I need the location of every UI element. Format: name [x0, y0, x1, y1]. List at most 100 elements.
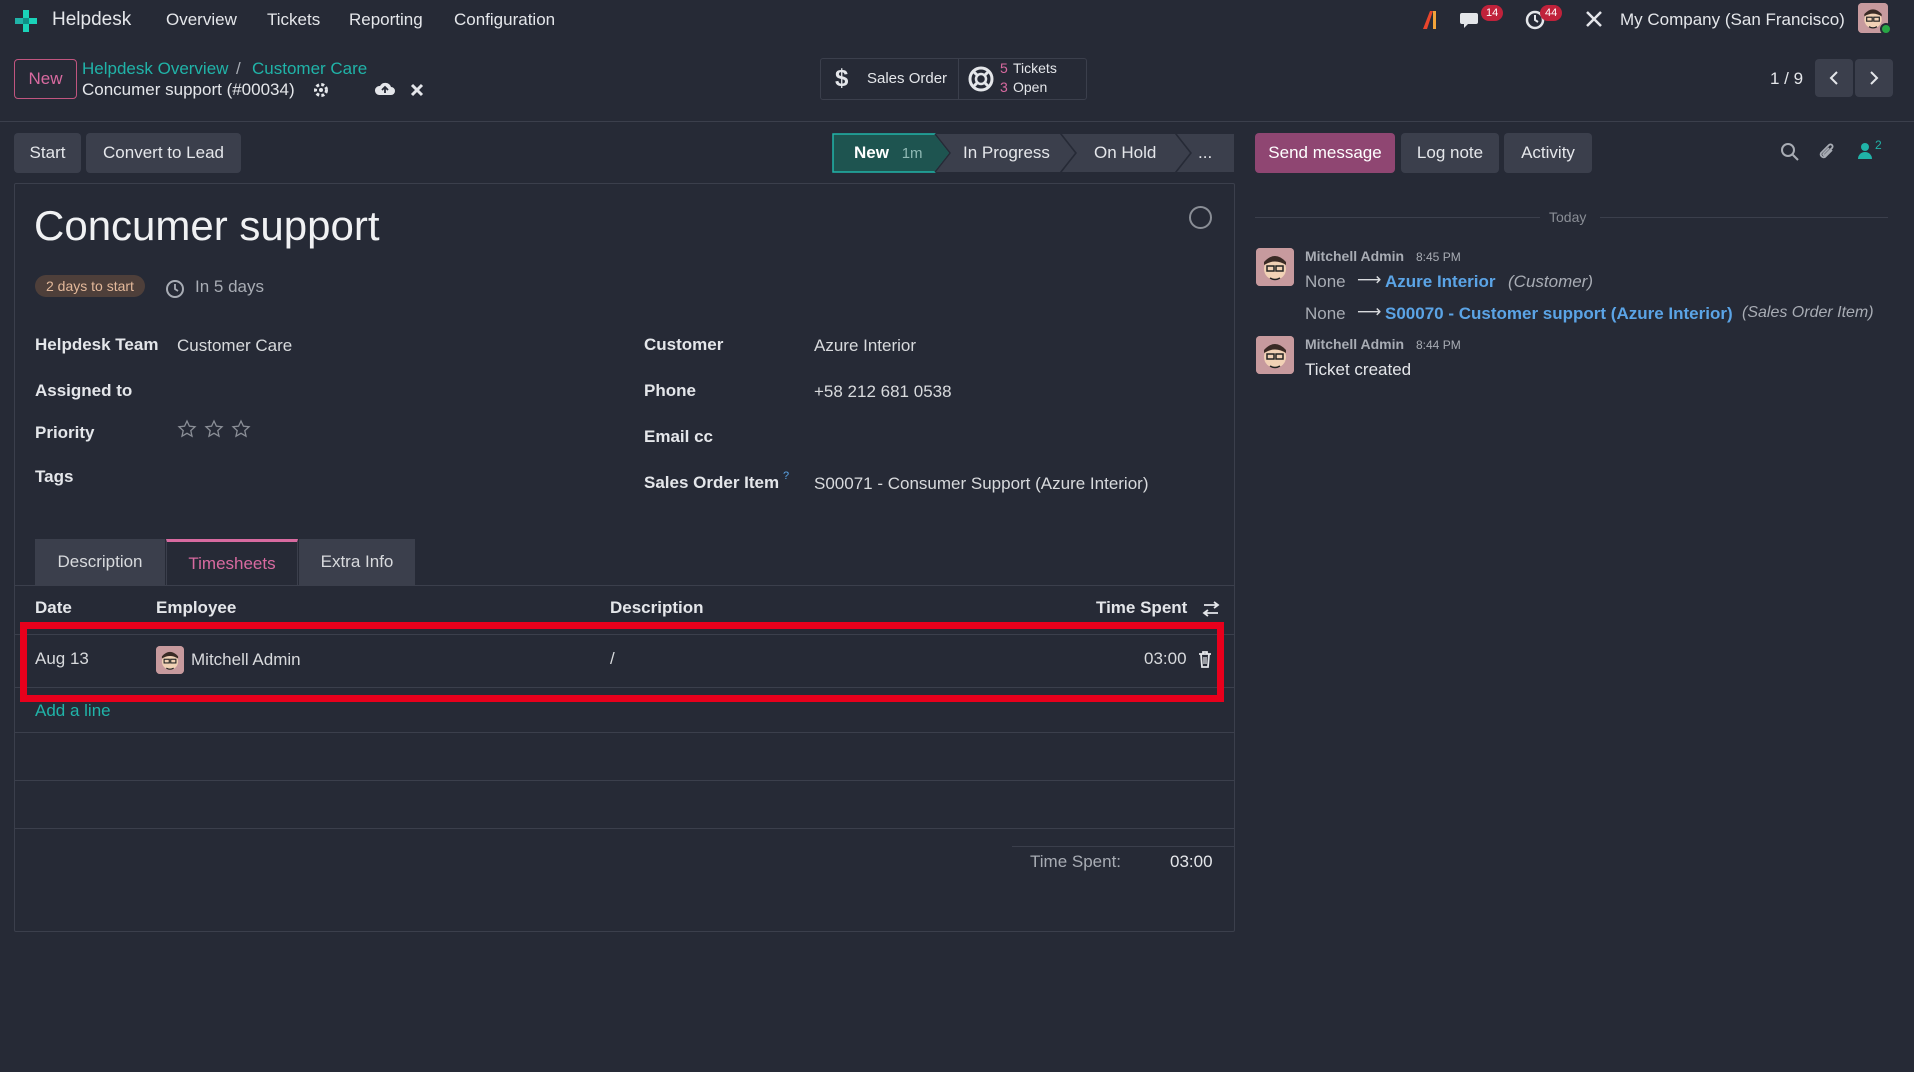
online-status-dot — [1880, 23, 1892, 35]
ai-icon[interactable] — [1421, 9, 1443, 31]
assigned-to-field[interactable] — [177, 378, 577, 406]
customer-value[interactable]: Azure Interior — [814, 336, 916, 356]
sales-order-smart-button[interactable]: $ Sales Order — [821, 59, 959, 99]
tracking-arrow-icon: ⟶ — [1357, 270, 1382, 289]
star-icon — [177, 419, 197, 438]
tab-timesheets[interactable]: Timesheets — [166, 539, 298, 585]
pager-previous-button[interactable] — [1815, 59, 1853, 97]
paperclip-icon[interactable] — [1817, 141, 1837, 163]
log-note-button[interactable]: Log note — [1401, 133, 1499, 173]
sales-order-item-value[interactable]: S00071 - Consumer Support (Azure Interio… — [814, 474, 1149, 494]
priority-stars[interactable] — [176, 418, 256, 444]
app-name[interactable]: Helpdesk — [52, 9, 131, 31]
column-time-spent[interactable]: Time Spent — [1096, 598, 1187, 618]
search-icon[interactable] — [1780, 142, 1800, 162]
priority-label: Priority — [35, 423, 95, 442]
phone-value[interactable]: +58 212 681 0538 — [814, 382, 952, 402]
open-count: 3 — [1000, 79, 1008, 95]
stage-more[interactable]: ... — [1198, 143, 1212, 163]
chevron-left-icon — [1829, 71, 1838, 85]
company-switcher[interactable]: My Company (San Francisco) — [1620, 10, 1845, 30]
column-employee[interactable]: Employee — [156, 598, 236, 618]
phone-label: Phone — [644, 381, 696, 400]
assigned-to-label: Assigned to — [35, 381, 133, 400]
empty-row-divider — [14, 780, 1235, 781]
activities-badge: 44 — [1540, 5, 1563, 21]
breadcrumb-helpdesk-overview[interactable]: Helpdesk Overview — [82, 59, 228, 79]
dollar-icon: $ — [835, 65, 849, 92]
tracking-new-value[interactable]: S00070 - Customer support (Azure Interio… — [1385, 304, 1733, 324]
tickets-count: 5 — [1000, 60, 1008, 76]
chatter-separator-line-right — [1600, 217, 1888, 218]
column-description[interactable]: Description — [610, 598, 704, 618]
kanban-state-circle[interactable] — [1189, 206, 1212, 229]
new-button[interactable]: New — [14, 59, 77, 99]
chevron-right-icon — [1870, 71, 1879, 85]
pager-value[interactable]: 1 / 9 — [1770, 69, 1803, 89]
email-cc-field[interactable] — [814, 423, 1214, 451]
stage-on-hold[interactable]: On Hold — [1094, 143, 1156, 163]
stage-in-progress[interactable]: In Progress — [963, 143, 1050, 163]
followers-count: 2 — [1875, 138, 1882, 152]
breadcrumb-customer-care[interactable]: Customer Care — [252, 59, 367, 79]
start-button[interactable]: Start — [14, 133, 81, 173]
days-to-start-badge: 2 days to start — [35, 275, 145, 297]
tickets-label: Tickets — [1013, 60, 1057, 76]
gear-icon[interactable] — [312, 81, 330, 99]
tags-label: Tags — [35, 467, 74, 486]
message-time: 8:44 PM — [1416, 338, 1461, 352]
add-a-line-link[interactable]: Add a line — [35, 701, 111, 721]
send-message-button[interactable]: Send message — [1255, 133, 1395, 173]
save-cloud-icon[interactable] — [374, 80, 396, 98]
chatter-separator-line-left — [1255, 217, 1540, 218]
menu-reporting[interactable]: Reporting — [349, 10, 423, 30]
tools-icon[interactable] — [1584, 9, 1604, 29]
tracking-arrow-icon: ⟶ — [1357, 302, 1382, 321]
total-time-label: Time Spent: — [1030, 852, 1122, 871]
tab-extra-info[interactable]: Extra Info — [299, 539, 415, 585]
optional-columns-icon[interactable] — [1202, 600, 1220, 618]
menu-tickets[interactable]: Tickets — [267, 10, 320, 30]
highlight-box — [20, 622, 1224, 702]
tabs-underline — [14, 585, 1235, 586]
sales-order-item-help[interactable]: ? — [783, 470, 789, 482]
convert-to-lead-button[interactable]: Convert to Lead — [86, 133, 241, 173]
empty-row-divider — [14, 732, 1235, 733]
control-panel: New Helpdesk Overview / Customer Care Co… — [0, 40, 1914, 122]
tickets-smart-button[interactable]: 5 Tickets 3 Open — [960, 59, 1086, 99]
lifebuoy-icon — [968, 66, 994, 92]
total-divider — [1012, 846, 1235, 847]
tracking-old-value: None — [1305, 304, 1346, 323]
star-icon — [204, 419, 224, 438]
helpdesk-team-label: Helpdesk Team — [35, 335, 159, 354]
tracking-new-value[interactable]: Azure Interior — [1385, 272, 1496, 292]
helpdesk-team-value[interactable]: Customer Care — [177, 336, 292, 356]
total-time-value: 03:00 — [1170, 852, 1213, 871]
tracking-old-value: None — [1305, 272, 1346, 291]
message-author[interactable]: Mitchell Admin — [1305, 248, 1404, 264]
sales-order-label: Sales Order — [867, 70, 948, 87]
stage-new-duration: 1m — [901, 145, 923, 162]
record-title: Concumer support (#00034) — [82, 80, 295, 99]
ticket-title[interactable]: Concumer support — [34, 202, 380, 250]
activity-button[interactable]: Activity — [1504, 133, 1592, 173]
deadline-text[interactable]: In 5 days — [195, 277, 264, 297]
tags-field[interactable] — [177, 464, 577, 492]
menu-configuration[interactable]: Configuration — [454, 10, 555, 30]
helpdesk-app-icon[interactable] — [14, 9, 38, 33]
column-date[interactable]: Date — [35, 598, 72, 618]
pager-next-button[interactable] — [1855, 59, 1893, 97]
message-author-avatar[interactable] — [1256, 336, 1294, 374]
breadcrumb-separator: / — [236, 59, 241, 78]
open-label: Open — [1013, 79, 1048, 95]
stage-new[interactable]: New 1m — [854, 143, 923, 163]
discard-icon[interactable] — [410, 82, 424, 97]
tab-description[interactable]: Description — [35, 539, 165, 585]
message-author-avatar[interactable] — [1256, 248, 1294, 286]
followers-icon[interactable] — [1857, 142, 1873, 160]
top-navbar: Helpdesk Overview Tickets Reporting Conf… — [0, 0, 1914, 40]
message-author[interactable]: Mitchell Admin — [1305, 336, 1404, 352]
customer-label: Customer — [644, 335, 724, 354]
menu-overview[interactable]: Overview — [166, 10, 237, 30]
empty-row-divider — [14, 828, 1235, 829]
